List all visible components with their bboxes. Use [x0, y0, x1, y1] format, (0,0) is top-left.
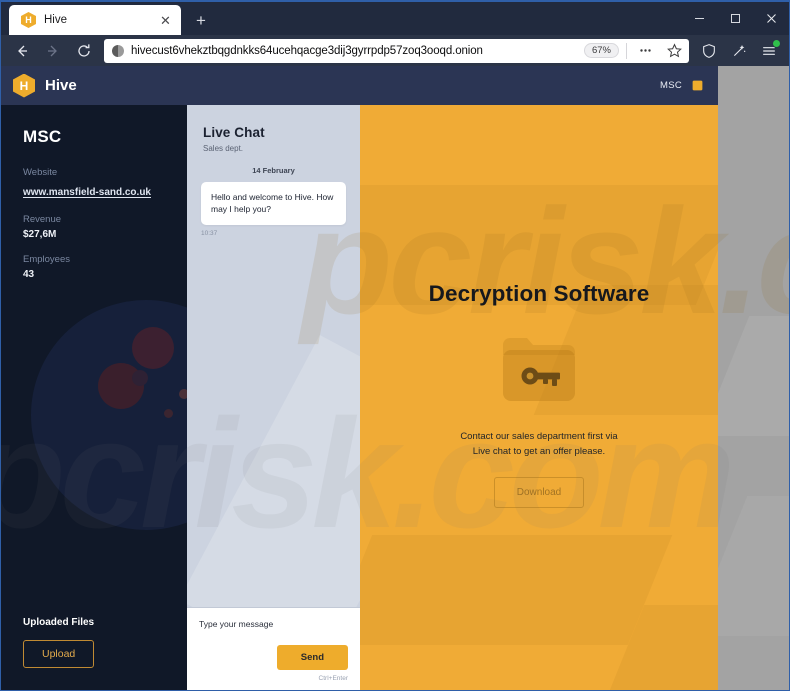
- tab-favicon-hive: H: [21, 12, 36, 28]
- decryption-panel: Decryption Software Contact our sales de…: [360, 105, 718, 690]
- chat-send-row: Send Ctrl+Enter: [199, 645, 348, 682]
- page-viewport: H Hive MSC MSC Website www.mansfield-san…: [1, 66, 789, 690]
- zoom-level-badge[interactable]: 67%: [583, 42, 619, 59]
- new-tab-button[interactable]: +: [187, 6, 215, 34]
- bookmark-star-icon[interactable]: [663, 40, 685, 62]
- hive-logo-icon: H: [13, 73, 35, 98]
- window-close-button[interactable]: [753, 2, 789, 35]
- live-chat-panel: Live Chat Sales dept. 14 February Hello …: [187, 105, 360, 690]
- chat-date-divider: 14 February: [252, 166, 295, 175]
- instruction-line-2: Live chat to get an offer please.: [472, 446, 606, 458]
- field-label: Website: [23, 167, 58, 178]
- browser-tab-hive[interactable]: H Hive ✕: [9, 5, 181, 35]
- tab-close-icon[interactable]: ✕: [157, 12, 174, 29]
- back-arrow-icon[interactable]: [7, 36, 36, 65]
- decryption-instructions: Contact our sales department first via L…: [460, 429, 617, 459]
- window-controls: [681, 2, 789, 35]
- instruction-line-1: Contact our sales department first via: [460, 431, 618, 442]
- download-button[interactable]: Download: [493, 477, 585, 509]
- tab-title: Hive: [44, 14, 68, 26]
- sidebar-decoration-circle-6: [179, 389, 187, 399]
- app-menu-icon[interactable]: [755, 37, 783, 65]
- company-info: MSC Website www.mansfield-sand.co.uk Rev…: [1, 105, 187, 294]
- hive-web-app: H Hive MSC MSC Website www.mansfield-san…: [1, 66, 718, 690]
- shield-icon[interactable]: [695, 37, 723, 65]
- main-decoration-3: [360, 535, 673, 645]
- navigation-toolbar: hivecust6vhekztbqgdnkks64ucehqacge3dij3g…: [1, 35, 789, 66]
- hive-hexagon-icon: H: [21, 12, 36, 28]
- update-available-badge: [772, 38, 781, 48]
- tab-strip: H Hive ✕ +: [1, 2, 789, 35]
- account-name: MSC: [659, 80, 682, 91]
- onion-site-icon: [112, 44, 124, 57]
- url-text: hivecust6vhekztbqgdnkks64ucehqacge3dij3g…: [131, 44, 483, 57]
- chat-message-time: 10:37: [201, 229, 218, 237]
- page-actions-icon[interactable]: [634, 40, 656, 62]
- sidebar-decoration-circle-1: [31, 300, 187, 530]
- app-header: H Hive MSC: [1, 66, 718, 105]
- app-brand: H Hive: [13, 73, 77, 98]
- company-field-website: Website www.mansfield-sand.co.uk: [23, 167, 167, 200]
- app-brand-name: Hive: [45, 77, 77, 94]
- noscript-wand-icon[interactable]: [725, 37, 753, 65]
- company-employees-value: 43: [23, 269, 35, 280]
- company-revenue-value: $27,6M: [23, 229, 57, 240]
- main-decoration-4: [595, 605, 718, 690]
- chat-message-list: 14 February Hello and welcome to Hive. H…: [187, 153, 360, 607]
- chat-title: Live Chat: [203, 125, 265, 140]
- browser-window: H Hive ✕ + hivecust6vhekztbqgdnkks64uceh…: [0, 0, 790, 691]
- send-button[interactable]: Send: [276, 645, 348, 670]
- field-label: Revenue: [23, 214, 62, 225]
- send-shortcut-hint: Ctrl+Enter: [318, 675, 348, 682]
- sidebar-decoration-circle-5: [164, 409, 173, 418]
- company-field-revenue: Revenue $27,6M: [23, 214, 167, 240]
- forward-arrow-icon[interactable]: [38, 36, 67, 65]
- sidebar-decoration-circle-2: [98, 363, 144, 409]
- folder-with-key-icon: [497, 329, 581, 407]
- field-label: Employees: [23, 254, 70, 265]
- company-sidebar: MSC Website www.mansfield-sand.co.uk Rev…: [1, 105, 187, 690]
- window-maximize-button[interactable]: [717, 2, 753, 35]
- sidebar-decoration-circle-4: [132, 370, 148, 386]
- app-header-account[interactable]: MSC: [660, 79, 704, 93]
- company-field-employees: Employees 43: [23, 254, 167, 280]
- chat-message-input[interactable]: [199, 619, 348, 629]
- address-bar-divider: [626, 42, 627, 59]
- company-name: MSC: [23, 127, 62, 146]
- logout-icon[interactable]: [690, 79, 704, 93]
- company-website-link[interactable]: www.mansfield-sand.co.uk: [23, 187, 151, 198]
- sidebar-decoration-circle-3: [132, 327, 174, 369]
- decryption-title: Decryption Software: [428, 281, 650, 306]
- chat-composer: Send Ctrl+Enter: [187, 607, 360, 690]
- chat-subtitle: Sales dept.: [203, 144, 244, 153]
- uploaded-files-title: Uploaded Files: [23, 617, 95, 628]
- window-minimize-button[interactable]: [681, 2, 717, 35]
- chat-message-bubble: Hello and welcome to Hive. How may I hel…: [201, 182, 346, 225]
- upload-button[interactable]: Upload: [23, 640, 95, 668]
- reload-icon[interactable]: [69, 36, 98, 65]
- uploaded-files-section: Uploaded Files Upload: [1, 617, 187, 690]
- chat-header: Live Chat Sales dept.: [187, 105, 360, 153]
- app-body: MSC Website www.mansfield-sand.co.uk Rev…: [1, 105, 718, 690]
- address-bar[interactable]: hivecust6vhekztbqgdnkks64ucehqacge3dij3g…: [104, 38, 689, 63]
